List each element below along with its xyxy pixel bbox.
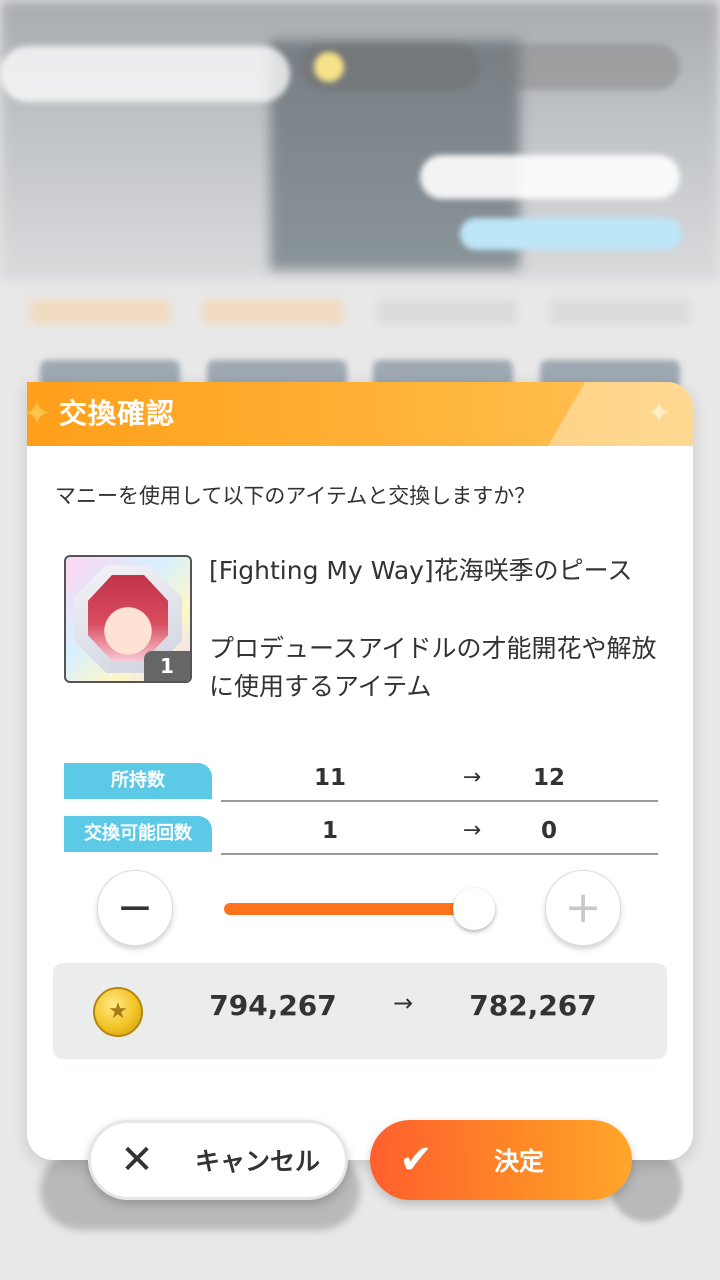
exchange-confirm-dialog: 交換確認 ✦ ✦ マニーを使用して以下のアイテムと交換しますか？ 1 [Figh…	[23, 382, 693, 1160]
exchange-limit-from: 1	[321, 818, 338, 844]
arrow-right-icon: →	[462, 765, 482, 790]
owned-count-to: 12	[532, 765, 565, 791]
owned-count-row: 所持数 11 → 12	[64, 763, 658, 803]
sparkle-icon: ✦	[646, 396, 672, 431]
owned-count-from: 11	[313, 765, 346, 791]
item-count-badge: 1	[144, 651, 190, 681]
money-coin-icon: ★	[93, 987, 143, 1037]
money-after: 782,267	[469, 989, 597, 1022]
dialog-header: 交換確認 ✦	[27, 382, 693, 446]
dialog-title: 交換確認	[59, 397, 176, 430]
arrow-right-icon: →	[392, 989, 414, 1017]
row-divider	[221, 853, 658, 855]
item-name: [Fighting My Way]花海咲季のピース	[209, 556, 633, 585]
decrease-quantity-button[interactable]: −	[97, 870, 173, 946]
plus-icon: +	[564, 882, 602, 933]
exchange-limit-label: 交換可能回数	[64, 816, 212, 852]
idol-portrait	[88, 575, 168, 661]
item-thumbnail[interactable]: 1	[64, 555, 192, 683]
owned-count-label: 所持数	[64, 763, 212, 799]
quantity-slider-track[interactable]	[224, 903, 474, 915]
close-icon: ✕	[120, 1137, 154, 1183]
cost-summary: ★ 794,267 → 782,267	[53, 963, 667, 1059]
cancel-label: キャンセル	[195, 1147, 321, 1176]
item-description: プロデュースアイドルの才能開花や解放に使用するアイテム	[209, 634, 657, 701]
confirm-button[interactable]: ✔ 決定	[370, 1120, 632, 1200]
confirm-label: 決定	[494, 1147, 545, 1176]
money-before: 794,267	[209, 989, 337, 1022]
confirm-question: マニーを使用して以下のアイテムと交換しますか？	[55, 484, 536, 508]
increase-quantity-button[interactable]: +	[545, 870, 621, 946]
exchange-limit-to: 0	[540, 818, 557, 844]
exchange-limit-row: 交換可能回数 1 → 0	[64, 816, 658, 856]
minus-icon: −	[116, 882, 154, 933]
quantity-slider-thumb[interactable]	[453, 888, 495, 930]
check-icon: ✔	[399, 1137, 433, 1183]
row-divider	[221, 800, 658, 802]
header-left-sparkle-icon: ✦	[22, 394, 52, 434]
arrow-right-icon: →	[462, 818, 482, 843]
cancel-button[interactable]: ✕ キャンセル	[88, 1120, 348, 1200]
